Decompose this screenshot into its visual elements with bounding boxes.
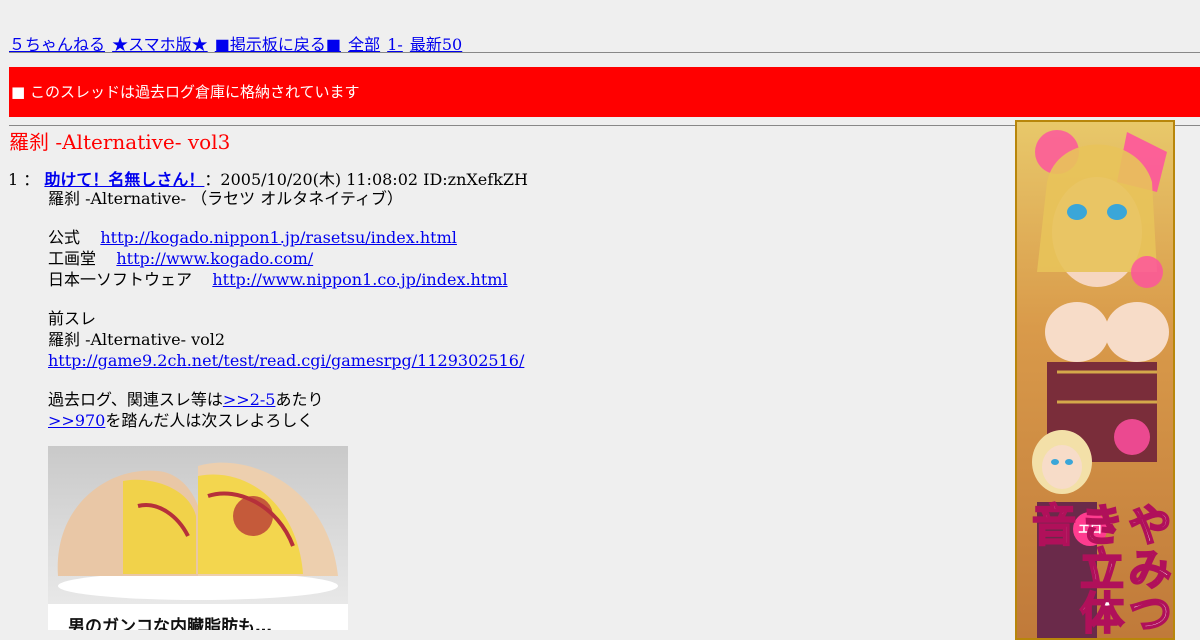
- post-header: 1 ： 助けて！名無しさん！：2005/10/20(木) 11:08:02 ID…: [8, 166, 528, 190]
- ad-illustration: [57, 462, 338, 600]
- post-body: 羅刹 -Alternative- （ラセツ オルタネイティブ） 公式 http:…: [48, 188, 568, 431]
- kogado-url-link[interactable]: http://www.kogado.com/: [116, 249, 313, 268]
- post-meta: 2005/10/20(木) 11:08:02 ID:znXefkZH: [220, 170, 528, 189]
- log-text-end: あたり: [275, 390, 324, 409]
- prev-thread-label: 前スレ: [48, 309, 97, 328]
- next-thread-text: を踏んだ人は次スレよろしく: [105, 411, 314, 430]
- ad-caption: 男のガンコな内臓脂肪も…: [68, 617, 272, 630]
- divider-top: [9, 52, 1200, 53]
- log-text: 過去ログ、関連スレ等は: [48, 390, 223, 409]
- anchor-2-5-link[interactable]: >>2-5: [223, 390, 276, 409]
- post-1: 1 ： 助けて！名無しさん！：2005/10/20(木) 11:08:02 ID…: [8, 166, 528, 430]
- ad-image: [48, 446, 348, 604]
- nippon-label: 日本一ソフトウェア: [48, 270, 193, 289]
- side-banner-ad[interactable]: エロ やみつき立体音: [1015, 120, 1175, 640]
- official-url-link[interactable]: http://kogado.nippon1.jp/rasetsu/index.h…: [100, 228, 457, 247]
- thread-title: 羅刹 -Alternative- vol3: [9, 130, 231, 154]
- prev-thread-url-link[interactable]: http://game9.2ch.net/test/read.cgi/games…: [48, 351, 524, 370]
- prev-thread-title: 羅刹 -Alternative- vol2: [48, 330, 226, 349]
- official-label: 公式: [48, 228, 81, 247]
- post-number: 1: [8, 170, 19, 189]
- archived-banner: ■ このスレッドは過去ログ倉庫に格納されています: [9, 67, 1200, 117]
- nippon-url-link[interactable]: http://www.nippon1.co.jp/index.html: [212, 270, 507, 289]
- poster-name-link[interactable]: 助けて！名無しさん！: [44, 170, 204, 189]
- post-line: 羅刹 -Alternative- （ラセツ オルタネイティブ）: [48, 189, 403, 208]
- anchor-970-link[interactable]: >>970: [48, 411, 105, 430]
- side-ad-title: やみつき立体音: [1023, 501, 1172, 635]
- inline-ad[interactable]: 男のガンコな内臓脂肪も…: [48, 446, 348, 630]
- kogado-label: 工画堂: [48, 249, 97, 268]
- post-separator-2: ：: [204, 170, 221, 189]
- post-separator: ：: [18, 170, 40, 189]
